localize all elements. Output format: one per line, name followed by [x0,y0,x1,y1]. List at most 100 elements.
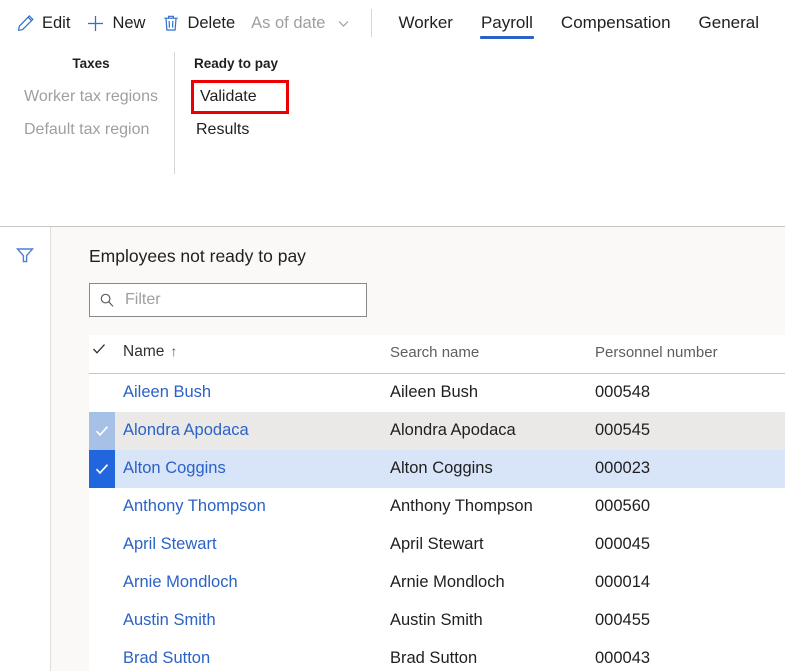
column-header-name[interactable]: Name ↑ [115,334,390,374]
grid-caption: Employees not ready to pay [89,246,306,266]
cell-name[interactable]: Austin Smith [115,602,390,640]
pencil-icon [16,14,35,33]
filter-input[interactable] [123,289,357,310]
cell-personnel-number: 000014 [595,573,651,592]
cell-name[interactable]: Anthony Thompson [115,488,390,526]
row-checkbox[interactable] [89,526,115,564]
cell-personnel-number: 000548 [595,383,651,402]
chevron-down-icon [336,16,351,31]
employee-grid: Name ↑ Search name Personnel number Ailee… [89,334,785,671]
edit-button-label: Edit [42,13,71,32]
trash-icon [161,14,180,33]
row-select-cell[interactable] [89,526,115,564]
lookup-section: Employees not ready to pay Filter Name ↑… [0,226,785,671]
row-checkbox[interactable] [89,411,115,450]
search-icon [99,292,115,308]
column-header-select[interactable] [89,334,115,374]
column-header-personnel-number[interactable]: Personnel number [595,334,785,374]
action-group-taxes: Taxes Worker tax regions Default tax regio… [8,46,174,149]
new-button[interactable]: New [80,10,155,37]
tab-general-label: General [698,13,760,32]
worker-tax-regions-item: Worker tax regions [24,88,158,105]
employee-name-link[interactable]: Alondra Apodaca [123,421,249,439]
new-button-label: New [112,13,146,32]
cell-personnel-number: 000545 [595,421,651,440]
filter-input-wrapper[interactable] [89,282,367,317]
cell-name[interactable]: Aileen Bush [115,373,390,412]
table-row[interactable]: April Stewart April Stewart 000045 [89,525,785,564]
sort-ascending-icon: ↑ [170,342,178,359]
grid-area: Employees not ready to pay Filter Name ↑… [51,227,785,671]
cell-name[interactable]: Arnie Mondloch [115,564,390,602]
employee-name-link[interactable]: April Stewart [123,535,217,553]
table-row[interactable]: Anthony Thompson Anthony Thompson 000560 [89,487,785,526]
employee-grid-wrapper: Name ↑ Search name Personnel number Ailee… [89,334,785,671]
results-button[interactable]: Results [194,116,286,144]
cell-name[interactable]: Brad Sutton [115,640,390,671]
cell-name[interactable]: April Stewart [115,526,390,564]
employee-name-link[interactable]: Austin Smith [123,611,216,629]
row-select-cell[interactable] [89,449,115,488]
tab-compensation[interactable]: Compensation [547,0,685,46]
tab-compensation-label: Compensation [560,13,671,32]
cell-personnel-number: 000043 [595,649,651,668]
cell-name[interactable]: Alton Coggins [115,450,390,488]
cell-search-name: Austin Smith [390,611,483,630]
command-bar-buttons: Edit New Delete As of date [10,10,361,37]
delete-button[interactable]: Delete [155,10,245,37]
cell-personnel-number: 000023 [595,459,651,478]
action-group-taxes-title: Taxes [72,56,110,71]
row-select-cell[interactable] [89,640,115,671]
table-row[interactable]: Aileen Bush Aileen Bush 000548 [89,373,785,412]
validate-button[interactable]: Validate [190,80,289,114]
row-checkbox[interactable] [89,488,115,526]
tab-general[interactable]: General [685,0,773,46]
employee-name-link[interactable]: Brad Sutton [123,649,210,667]
row-select-cell[interactable] [89,411,115,450]
edit-button[interactable]: Edit [10,10,80,37]
column-header-name-label: Name [123,342,165,360]
cell-name[interactable]: Alondra Apodaca [115,412,390,450]
delete-button-label: Delete [187,13,236,32]
employee-name-link[interactable]: Anthony Thompson [123,497,266,515]
row-checkbox[interactable] [89,640,115,671]
row-checkbox[interactable] [89,602,115,640]
row-select-cell[interactable] [89,602,115,640]
table-row[interactable]: Alton Coggins Alton Coggins 000023 [89,449,785,488]
cell-search-name: Brad Sutton [390,649,478,668]
table-row[interactable]: Arnie Mondloch Arnie Mondloch 000014 [89,563,785,602]
grid-header: Name ↑ Search name Personnel number [89,334,785,374]
funnel-icon[interactable] [11,241,39,269]
cell-search-name: Anthony Thompson [390,497,533,516]
tab-worker[interactable]: Worker [384,0,466,46]
cell-personnel-number: 000560 [595,497,651,516]
table-row[interactable]: Brad Sutton Brad Sutton 000043 [89,639,785,671]
tab-payroll[interactable]: Payroll [467,0,547,46]
employee-name-link[interactable]: Aileen Bush [123,383,211,401]
filter-rail [0,227,51,671]
action-group-ready-to-pay: Ready to pay Validate Results [173,46,300,174]
row-checkbox[interactable] [89,564,115,602]
column-header-search-name[interactable]: Search name [390,334,595,374]
cell-personnel-number: 000045 [595,535,651,554]
as-of-date-button-label: As of date [251,13,326,32]
cell-search-name: Alondra Apodaca [390,421,516,440]
as-of-date-button: As of date [245,10,361,37]
default-tax-region-item: Default tax region [24,121,150,138]
row-checkbox[interactable] [89,374,115,412]
employee-name-link[interactable]: Arnie Mondloch [123,573,238,591]
table-row[interactable]: Alondra Apodaca Alondra Apodaca 000545 [89,411,785,450]
cell-search-name: April Stewart [390,535,484,554]
row-select-cell[interactable] [89,373,115,412]
tab-worker-label: Worker [398,13,453,32]
command-bar-divider [371,9,373,37]
row-select-cell[interactable] [89,488,115,526]
action-pane: Taxes Worker tax regions Default tax regio… [0,46,785,226]
cell-search-name: Arnie Mondloch [390,573,505,592]
row-select-cell[interactable] [89,564,115,602]
table-row[interactable]: Austin Smith Austin Smith 000455 [89,601,785,640]
row-checkbox[interactable] [89,449,115,488]
action-group-ready-to-pay-title: Ready to pay [193,56,279,71]
employee-name-link[interactable]: Alton Coggins [123,459,226,477]
plus-icon [86,14,105,33]
